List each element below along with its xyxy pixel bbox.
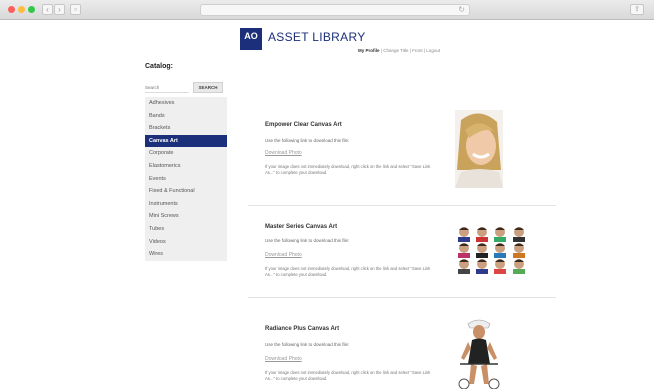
asset-title: Empower Clear Canvas Art [265, 122, 342, 128]
top-links-rest[interactable]: | Change Title | Front | Logout [381, 48, 440, 53]
divider [248, 297, 556, 298]
category-item-instruments[interactable]: Instruments [145, 198, 227, 211]
back-arrow-icon[interactable]: ‹ [42, 4, 53, 15]
sidebar-toggle-icon[interactable]: ▫ [70, 4, 81, 15]
category-item-fixed-functional[interactable]: Fixed & Functional [145, 185, 227, 198]
share-icon[interactable]: ⇪ [630, 4, 644, 15]
asset-title: Radiance Plus Canvas Art [265, 326, 340, 332]
top-links: My Profile | Change Title | Front | Logo… [358, 48, 440, 53]
zoom-window-icon[interactable] [28, 6, 35, 13]
category-item-elastomerics[interactable]: Elastomerics [145, 160, 227, 173]
catalog-label: Catalog: [145, 63, 173, 70]
category-list: Adhesives Bands Brackets Canvas Art Corp… [145, 97, 227, 261]
download-photo-link[interactable]: Download Photo [265, 150, 302, 156]
category-item-canvas-art[interactable]: Canvas Art [145, 134, 227, 148]
category-item-events[interactable]: Events [145, 173, 227, 186]
close-window-icon[interactable] [8, 6, 15, 13]
my-profile-link[interactable]: My Profile [358, 48, 380, 53]
asset-description: Use the following link to download this … [265, 238, 350, 243]
download-note: If your image does not immediately downl… [265, 164, 431, 175]
site-title: ASSET LIBRARY [268, 30, 366, 44]
browser-toolbar: ‹ › ▫ ↻ ⇪ [0, 0, 654, 20]
divider [248, 205, 556, 206]
search-button[interactable]: SEARCH [193, 82, 223, 93]
forward-arrow-icon[interactable]: › [54, 4, 65, 15]
asset-item: Radiance Plus Canvas Art Use the followi… [248, 324, 556, 389]
asset-description: Use the following link to download this … [265, 342, 350, 347]
asset-item: Empower Clear Canvas Art Use the followi… [248, 118, 556, 198]
category-item-mini-screws[interactable]: Mini Screws [145, 210, 227, 223]
minimize-window-icon[interactable] [18, 6, 25, 13]
logo-text: AO [244, 31, 258, 41]
brand-logo[interactable]: AO [240, 28, 262, 50]
asset-title: Master Series Canvas Art [265, 224, 338, 230]
download-photo-link[interactable]: Download Photo [265, 356, 302, 362]
category-item-tubes[interactable]: Tubes [145, 223, 227, 236]
reload-icon[interactable]: ↻ [458, 5, 465, 15]
category-item-wires[interactable]: Wires [145, 248, 227, 261]
master-series-photo [456, 226, 530, 276]
download-note: If your image does not immediately downl… [265, 370, 431, 381]
asset-description: Use the following link to download this … [265, 138, 350, 143]
category-item-brackets[interactable]: Brackets [145, 122, 227, 135]
category-item-corporate[interactable]: Corporate [145, 147, 227, 160]
download-note: If your image does not immediately downl… [265, 266, 431, 277]
download-photo-link[interactable]: Download Photo [265, 252, 302, 258]
empower-clear-photo [455, 110, 503, 188]
category-item-videos[interactable]: Videos [145, 236, 227, 249]
radiance-plus-photo [458, 318, 500, 389]
address-bar[interactable]: ↻ [200, 4, 470, 16]
search-input[interactable] [145, 83, 189, 93]
category-item-adhesives[interactable]: Adhesives [145, 97, 227, 110]
category-item-bands[interactable]: Bands [145, 110, 227, 123]
